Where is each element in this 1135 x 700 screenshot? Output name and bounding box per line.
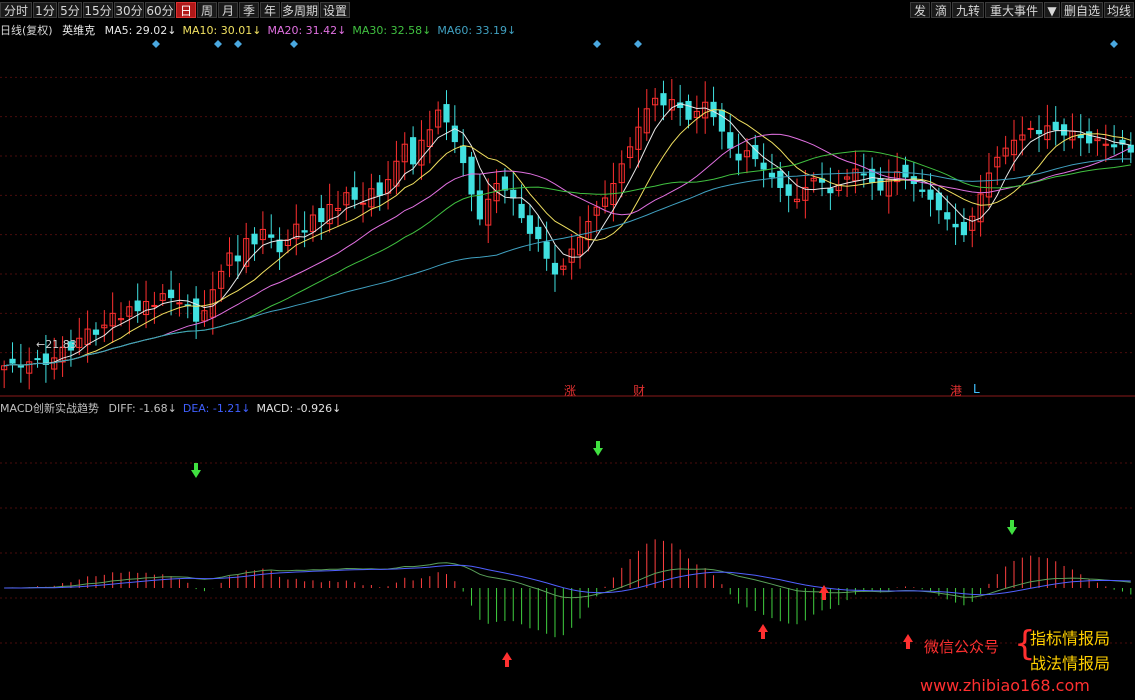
- candle-body: [827, 188, 834, 194]
- candle-body: [468, 156, 475, 195]
- candle-body: [134, 300, 141, 312]
- event-label-gang: 港: [950, 384, 963, 398]
- event-label-l: L: [973, 382, 980, 396]
- event-diamond: [290, 40, 298, 48]
- sell-arrow-icon: [191, 463, 201, 478]
- event-diamond: [593, 40, 601, 48]
- candle-body: [410, 137, 417, 165]
- event-diamond: [1110, 40, 1118, 48]
- candle-body: [927, 189, 934, 200]
- candle-body: [860, 173, 867, 176]
- event-label-cai: 财: [633, 384, 646, 398]
- candle-body: [167, 289, 175, 299]
- candle-body: [151, 304, 158, 307]
- sell-arrow-icon: [593, 441, 603, 456]
- event-diamond: [214, 40, 222, 48]
- candle-body: [952, 223, 959, 228]
- candle-body: [1060, 124, 1068, 136]
- stock-chart: [0, 40, 1135, 667]
- ma-line-20: [4, 133, 1132, 367]
- candle-body: [9, 358, 16, 364]
- buy-arrow-icon: [758, 624, 768, 639]
- candle-body: [551, 262, 559, 275]
- candle-body: [768, 172, 776, 178]
- candle-body: [443, 104, 450, 123]
- event-diamond: [152, 40, 160, 48]
- brand-name-2: 战法情报局: [1030, 654, 1111, 673]
- candle-body: [760, 162, 767, 170]
- dea-line: [4, 564, 1131, 596]
- candle-body: [727, 132, 734, 149]
- candle-body: [510, 189, 517, 199]
- event-label-zhang: 涨: [564, 384, 577, 398]
- candle-body: [501, 176, 508, 191]
- candle-body: [1035, 129, 1043, 135]
- candle-body: [1111, 144, 1118, 148]
- candle-body: [251, 233, 258, 245]
- candle-body: [1052, 121, 1059, 131]
- candle-body: [268, 234, 275, 238]
- buy-arrow-icon: [502, 652, 512, 667]
- wechat-watermark: 微信公众号: [924, 638, 1000, 656]
- candle-body: [877, 178, 884, 191]
- candle-body: [960, 221, 968, 236]
- candle-body: [944, 212, 951, 220]
- candle-body: [785, 184, 792, 196]
- candle-body: [92, 329, 100, 335]
- diff-line: [4, 562, 1131, 599]
- candle-body: [902, 164, 909, 178]
- candle-body: [543, 241, 550, 259]
- candle-body: [301, 230, 308, 233]
- candle-body: [919, 189, 926, 192]
- candle-body: [935, 192, 942, 211]
- candle-body: [526, 215, 534, 234]
- candle-body: [34, 358, 41, 361]
- candle-body: [718, 109, 725, 132]
- candle-body: [176, 302, 183, 305]
- candle-body: [318, 208, 325, 223]
- event-diamond: [234, 40, 242, 48]
- candle-body: [735, 153, 742, 161]
- buy-arrow-icon: [903, 634, 913, 649]
- site-url: www.zhibiao168.com: [920, 676, 1090, 695]
- candle-body: [359, 202, 367, 205]
- candle-body: [535, 226, 542, 240]
- candle-body: [518, 203, 525, 219]
- low-price-marker: ←21.83: [36, 338, 77, 351]
- candle-body: [1027, 127, 1034, 130]
- candle-body: [234, 255, 241, 262]
- candle-body: [351, 187, 358, 200]
- candle-body: [276, 239, 283, 253]
- event-diamond: [634, 40, 642, 48]
- candle-body: [660, 93, 667, 106]
- candle-body: [777, 170, 784, 188]
- candle-body: [685, 100, 692, 120]
- candle-body: [376, 182, 383, 196]
- candle-body: [460, 145, 467, 164]
- brand-name-1: 指标情报局: [1030, 629, 1111, 648]
- candle-body: [193, 298, 200, 322]
- sell-arrow-icon: [1007, 520, 1017, 535]
